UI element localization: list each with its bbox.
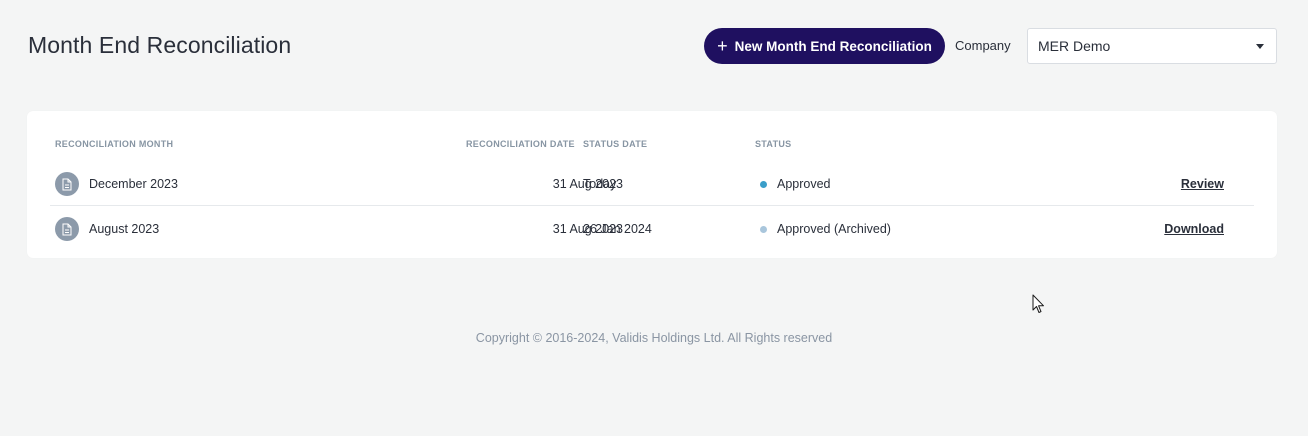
column-header-month: RECONCILIATION MONTH (55, 139, 174, 149)
status-date: Today (583, 177, 617, 191)
mouse-cursor-icon (1032, 294, 1045, 319)
status-dot (760, 226, 767, 233)
status-date: 26 Jan 2024 (583, 222, 652, 236)
company-select-value: MER Demo (1038, 38, 1111, 54)
status-text: Approved (777, 177, 831, 191)
company-select[interactable]: MER Demo (1027, 28, 1277, 64)
reconciliation-month: August 2023 (89, 222, 160, 236)
chevron-down-icon (1256, 44, 1264, 49)
status-dot (760, 181, 767, 188)
page: Month End Reconciliation + New Month End… (0, 0, 1308, 436)
column-header-status-date: STATUS DATE (583, 139, 648, 149)
reconciliation-month: December 2023 (89, 177, 178, 191)
new-reconciliation-button[interactable]: + New Month End Reconciliation (704, 28, 945, 64)
plus-icon: + (717, 35, 728, 56)
copyright-footer: Copyright © 2016-2024, Validis Holdings … (475, 331, 833, 345)
column-header-reconciliation-date: RECONCILIATION DATE (466, 139, 575, 149)
new-reconciliation-label: New Month End Reconciliation (734, 38, 932, 54)
column-header-status: STATUS (755, 139, 792, 149)
table-row: December 2023 31 Aug 2023 Today Approved… (50, 162, 1254, 206)
review-link[interactable]: Review (1181, 177, 1224, 191)
company-label: Company (955, 38, 1011, 53)
document-icon (55, 172, 79, 196)
document-icon (55, 217, 79, 241)
table-row: August 2023 31 Aug 2023 26 Jan 2024 Appr… (50, 207, 1254, 251)
download-link[interactable]: Download (1164, 222, 1224, 236)
status-text: Approved (Archived) (777, 222, 891, 236)
reconciliation-table: RECONCILIATION MONTH RECONCILIATION DATE… (27, 111, 1277, 258)
page-title: Month End Reconciliation (28, 32, 292, 58)
